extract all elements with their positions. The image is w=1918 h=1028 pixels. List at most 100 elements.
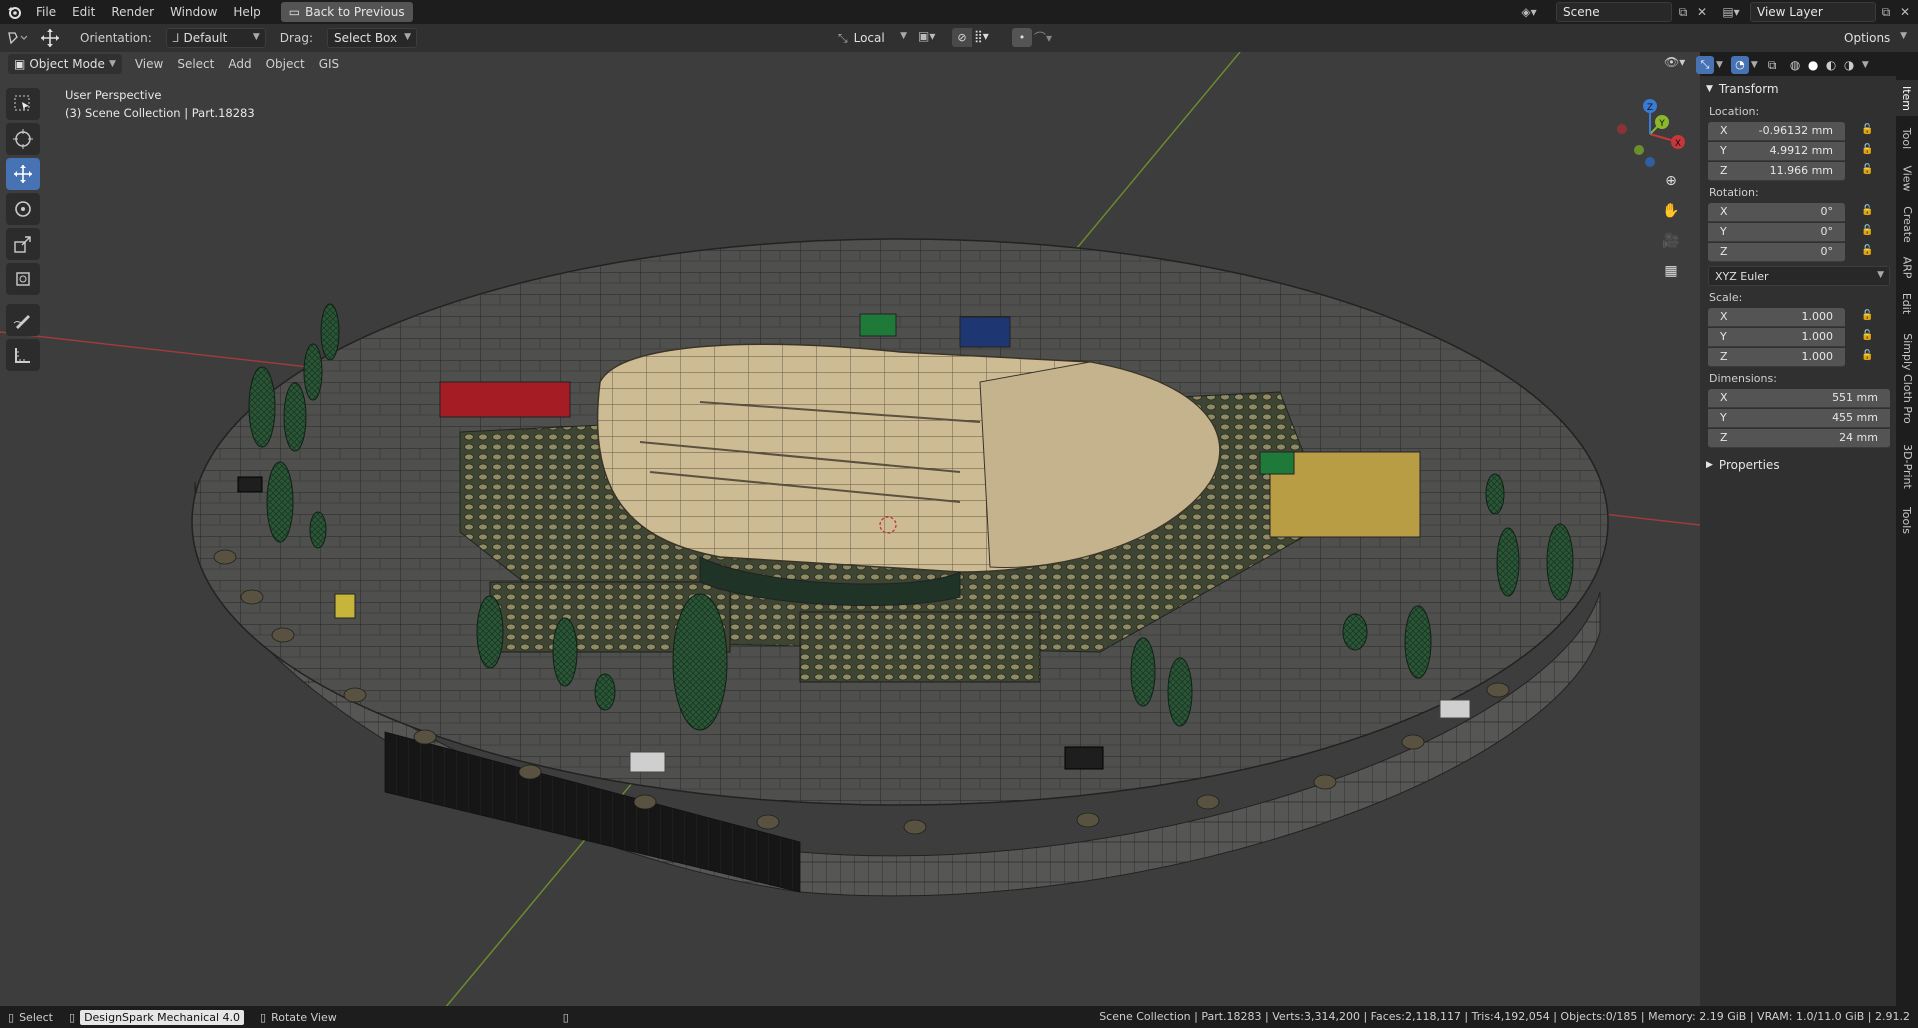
field-value: 11.966 mm [1769, 164, 1833, 177]
location-z-field[interactable]: Z 11.966 mm [1708, 161, 1845, 181]
viewport-menu-select[interactable]: Select [170, 54, 221, 74]
menu-window[interactable]: Window [162, 0, 225, 24]
menu-help[interactable]: Help [225, 0, 268, 24]
proportional-edit-icon[interactable]: • [1012, 28, 1032, 47]
menu-file[interactable]: File [28, 0, 64, 24]
new-scene-icon[interactable]: ⧉ [1674, 3, 1692, 21]
tab-tool[interactable]: Tool [1896, 120, 1918, 156]
new-view-layer-icon[interactable]: ⧉ [1877, 3, 1895, 21]
axis-label: Z [1720, 245, 1728, 258]
lock-icon[interactable]: 🔓 [1861, 144, 1875, 158]
view-layer-type-icon[interactable]: ▤▾ [1722, 3, 1740, 21]
solid-shading-icon[interactable]: ● [1808, 58, 1824, 72]
move-tool-icon[interactable] [36, 28, 64, 48]
menu-edit[interactable]: Edit [64, 0, 103, 24]
annotate-tool[interactable] [6, 304, 40, 336]
tab-edit[interactable]: Edit [1896, 288, 1918, 318]
viewport-menu-object[interactable]: Object [259, 54, 312, 74]
viewport-menu-gis[interactable]: GIS [312, 54, 346, 74]
zoom-icon[interactable]: ⊕ [1658, 168, 1684, 194]
scale-tool[interactable] [6, 228, 40, 260]
snap-increment-icon[interactable]: ⣿▾ [974, 29, 989, 43]
lock-icon[interactable]: 🔓 [1861, 310, 1875, 324]
rotation-z-field[interactable]: Z 0° [1708, 242, 1845, 262]
chevron-down-icon[interactable]: ▼ [1716, 60, 1723, 70]
blender-logo-icon[interactable] [0, 0, 28, 24]
object-mode-dropdown[interactable]: ▣ Object Mode ▼ [8, 54, 122, 74]
scale-y-field[interactable]: Y 1.000 [1708, 327, 1845, 347]
menu-render[interactable]: Render [103, 0, 162, 24]
location-y-field[interactable]: Y 4.9912 mm [1708, 141, 1845, 161]
scale-z-field[interactable]: Z 1.000 [1708, 347, 1845, 367]
transform-panel-header[interactable]: ▼ Transform [1700, 78, 1896, 100]
field-value: 0° [1820, 205, 1834, 218]
visibility-icon[interactable]: 👁▾ [1664, 55, 1685, 69]
xray-icon[interactable]: ⧉ [1768, 58, 1784, 73]
scene-type-icon[interactable]: ◈▾ [1520, 3, 1538, 21]
measure-tool[interactable] [6, 339, 40, 371]
tab-create[interactable]: Create [1896, 202, 1918, 246]
material-shading-icon[interactable]: ◐ [1826, 58, 1842, 72]
axis-label: X [1720, 205, 1728, 218]
delete-scene-icon[interactable]: ✕ [1693, 3, 1711, 21]
chevron-down-icon: ▼ [900, 31, 907, 41]
lock-icon[interactable]: 🔓 [1861, 350, 1875, 364]
location-x-field[interactable]: X -0.96132 mm [1708, 121, 1845, 141]
scene-selector[interactable]: Scene [1556, 2, 1672, 22]
dimension-x-field[interactable]: X 551 mm [1708, 388, 1890, 408]
overlay-toggle-icon[interactable]: ◔ [1730, 56, 1749, 74]
pan-hand-icon[interactable]: ✋ [1658, 198, 1684, 224]
editor-type-icon[interactable] [0, 31, 36, 45]
delete-view-layer-icon[interactable]: ✕ [1896, 3, 1914, 21]
snap-target-icon[interactable]: ▣▾ [918, 29, 935, 43]
chevron-down-icon[interactable]: ▼ [1862, 60, 1869, 70]
mouse-middle-icon: ▯ [69, 1010, 76, 1024]
orientation-dropdown[interactable]: ⅃ Default ▼ [165, 28, 266, 48]
green-plate-3 [859, 313, 897, 337]
options-dropdown[interactable]: Options ▼ [1838, 28, 1912, 48]
lock-icon[interactable]: 🔓 [1861, 245, 1875, 259]
snap-toggle-icon[interactable]: ⊘ [952, 28, 972, 47]
dimension-z-field[interactable]: Z 24 mm [1708, 428, 1890, 448]
lock-icon[interactable]: 🔓 [1861, 330, 1875, 344]
gizmo-toggle-icon[interactable]: ⤡ [1696, 56, 1714, 74]
rotate-tool[interactable] [6, 193, 40, 225]
move-tool[interactable] [6, 158, 40, 190]
dimension-y-field[interactable]: Y 455 mm [1708, 408, 1890, 428]
tab-view[interactable]: View [1896, 160, 1918, 196]
viewport-menu-add[interactable]: Add [221, 54, 258, 74]
tab-item[interactable]: Item [1896, 80, 1918, 116]
chevron-down-icon[interactable]: ▼ [1751, 60, 1758, 70]
chevron-down-icon: ▼ [1900, 31, 1907, 41]
grid-perspective-icon[interactable]: ▦ [1658, 258, 1684, 284]
rotation-y-field[interactable]: Y 0° [1708, 222, 1845, 242]
rotation-mode-dropdown[interactable]: XYZ Euler ▼ [1708, 266, 1890, 286]
wireframe-shading-icon[interactable]: ◍ [1790, 58, 1806, 72]
rendered-shading-icon[interactable]: ◑ [1844, 58, 1860, 72]
3d-viewport[interactable]: X Y Z [0, 52, 1700, 1014]
tab-3d-print[interactable]: 3D-Print [1896, 438, 1918, 494]
drag-dropdown[interactable]: Select Box ▼ [326, 28, 417, 48]
scale-x-field[interactable]: X 1.000 [1708, 307, 1845, 327]
blue-plate [959, 316, 1011, 348]
view-layer-selector[interactable]: View Layer [1750, 2, 1876, 22]
lock-icon[interactable]: 🔓 [1861, 124, 1875, 138]
tab-simply-cloth-pro[interactable]: Simply Cloth Pro [1896, 326, 1918, 430]
back-to-previous-button[interactable]: ▭ Back to Previous [280, 2, 413, 22]
orientation-value: Default [183, 31, 228, 45]
transform-pivot-dropdown[interactable]: ⤡ Local ▼ [832, 28, 912, 48]
cursor-tool[interactable] [6, 123, 40, 155]
camera-icon[interactable]: 🎥 [1658, 228, 1684, 254]
transform-tool[interactable] [6, 263, 40, 295]
viewport-menu-view[interactable]: View [128, 54, 170, 74]
lock-icon[interactable]: 🔓 [1861, 225, 1875, 239]
navigation-gizmo[interactable]: X Y Z [1612, 94, 1688, 170]
properties-panel-header[interactable]: ▶ Properties [1700, 454, 1896, 476]
tab-tools[interactable]: Tools [1896, 500, 1918, 540]
tab-arp[interactable]: ARP [1896, 252, 1918, 282]
lock-icon[interactable]: 🔓 [1861, 164, 1875, 178]
select-box-tool[interactable] [6, 88, 40, 120]
falloff-icon[interactable]: ⌒▾ [1034, 29, 1052, 46]
lock-icon[interactable]: 🔓 [1861, 205, 1875, 219]
rotation-x-field[interactable]: X 0° [1708, 202, 1845, 222]
